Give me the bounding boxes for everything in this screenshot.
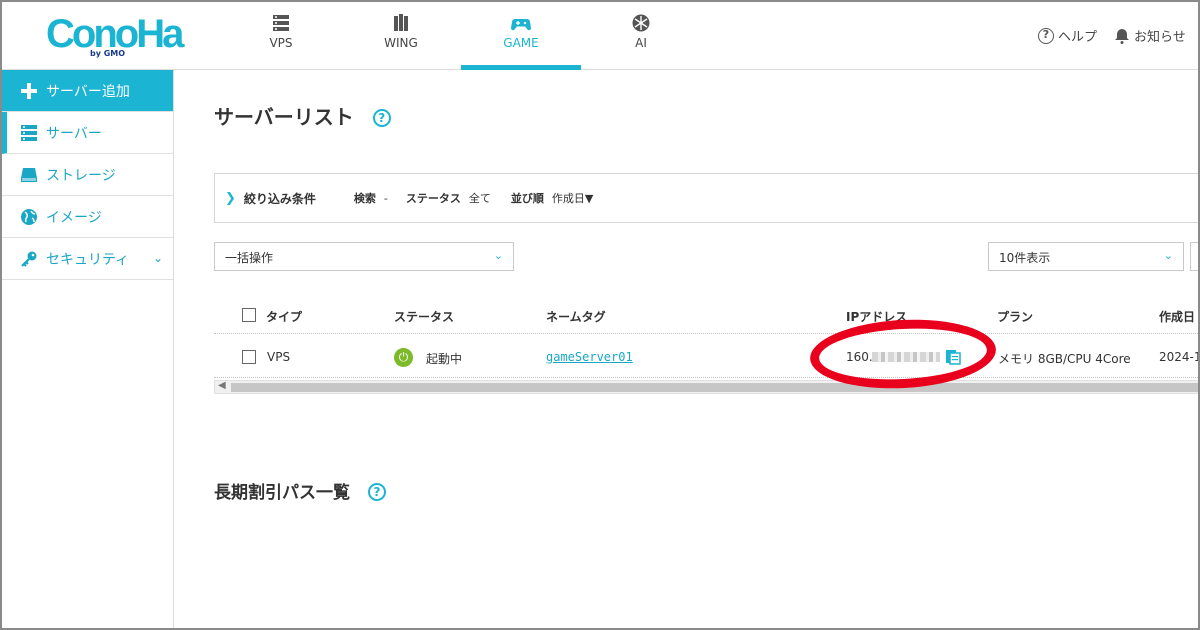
col-type: タイプ: [266, 310, 303, 324]
scrollbar-thumb[interactable]: [231, 383, 1198, 392]
sidebar-item-label: サーバー: [46, 125, 102, 142]
notice-link[interactable]: お知らせ: [1114, 26, 1186, 45]
col-ip: IPアドレス: [846, 310, 908, 324]
chevron-down-icon: ⌄: [152, 251, 163, 265]
filter-bar[interactable]: ❯ 絞り込み条件 検索 - ステータス 全て 並び順 作成日▼: [214, 173, 1198, 223]
power-icon: ⏻: [394, 348, 413, 367]
col-plan: プラン: [997, 310, 1034, 324]
plus-icon: [21, 82, 37, 99]
col-created: 作成日: [1159, 310, 1196, 324]
tab-game[interactable]: GAME: [461, 2, 581, 70]
notice-label: お知らせ: [1134, 30, 1186, 45]
row-created: 2024-1: [1159, 350, 1200, 364]
server-list-icon: [21, 124, 37, 141]
divider: [214, 333, 1198, 334]
filter-label: 絞り込み条件: [243, 191, 316, 206]
page-title: サーバーリスト: [214, 105, 354, 129]
help-link[interactable]: ? ヘルプ: [1038, 26, 1097, 45]
row-plan: メモリ 8GB/CPU 4Core: [998, 352, 1131, 366]
globe-icon: [21, 208, 37, 225]
sidebar-item-storage[interactable]: ストレージ: [2, 154, 173, 196]
row-status: 起動中: [426, 352, 463, 366]
filter-status-value: 全て: [468, 192, 491, 205]
sidebar-item-label: イメージ: [46, 209, 102, 226]
table-row[interactable]: VPS ⏻ 起動中 gameServer01 160. メモリ 8GB/CPU …: [214, 342, 1200, 372]
tab-label: WING: [384, 36, 418, 50]
ai-icon: [632, 14, 650, 32]
filter-sort-label: 並び順: [510, 192, 544, 205]
help-label: ヘルプ: [1058, 30, 1098, 45]
sidebar-item-server[interactable]: サーバー: [2, 112, 173, 154]
wing-icon: [394, 14, 408, 31]
per-page-value: 10件表示: [999, 251, 1051, 265]
key-icon: [21, 251, 37, 267]
table-header: タイプ ステータス ネームタグ IPアドレス プラン 作成日: [214, 300, 1198, 330]
app-frame: ConoHa by GMO VPS WING GAME AI ? ヘルプ お知ら…: [0, 0, 1200, 630]
sidebar: サーバー追加 サーバー ストレージ イメージ セキュリティ ⌄: [2, 70, 174, 628]
help-question-icon[interactable]: ?: [367, 483, 386, 501]
tab-label: VPS: [269, 36, 293, 50]
horizontal-scrollbar[interactable]: ◀: [214, 380, 1198, 394]
chevron-down-icon: ⌄: [1163, 249, 1173, 262]
row-ip-prefix: 160.: [846, 350, 873, 364]
col-status: ステータス: [394, 310, 455, 324]
blurred-ip: [872, 352, 940, 362]
row-name-tag-link[interactable]: gameServer01: [546, 350, 633, 364]
conoha-logo[interactable]: ConoHa by GMO: [46, 12, 184, 60]
section-title: 長期割引パス一覧: [214, 483, 350, 503]
sidebar-item-label: サーバー追加: [46, 83, 130, 100]
gamepad-icon: [511, 19, 531, 31]
tab-wing[interactable]: WING: [341, 2, 461, 70]
pagination-box[interactable]: [1190, 242, 1198, 271]
sidebar-item-label: セキュリティ: [46, 251, 130, 268]
sidebar-item-label: ストレージ: [46, 167, 116, 184]
page-title-wrap: サーバーリスト ?: [214, 101, 391, 130]
bulk-action-value: 一括操作: [225, 251, 274, 265]
chevron-down-icon: ⌄: [493, 249, 503, 262]
tab-vps[interactable]: VPS: [221, 2, 341, 70]
scroll-left-icon[interactable]: ◀: [218, 380, 226, 391]
tab-label: AI: [635, 36, 647, 50]
tab-label: GAME: [503, 36, 539, 50]
copy-icon[interactable]: [945, 348, 961, 365]
filter-sort-value: 作成日▼: [551, 192, 594, 205]
section-title-wrap: 長期割引パス一覧 ?: [214, 478, 386, 503]
divider: [214, 377, 1198, 378]
row-checkbox[interactable]: [242, 350, 256, 364]
sidebar-item-image[interactable]: イメージ: [2, 196, 173, 238]
bell-icon: [1115, 28, 1129, 44]
top-header: ConoHa by GMO VPS WING GAME AI ? ヘルプ お知ら…: [2, 2, 1198, 70]
per-page-select[interactable]: 10件表示 ⌄: [988, 242, 1184, 271]
help-icon: ?: [1038, 27, 1054, 44]
sidebar-item-security[interactable]: セキュリティ ⌄: [2, 238, 173, 280]
row-type: VPS: [267, 350, 291, 364]
main-content: サーバーリスト ? ❯ 絞り込み条件 検索 - ステータス 全て 並び順 作成日…: [174, 70, 1200, 628]
chevron-right-icon: ❯: [225, 190, 236, 206]
help-question-icon[interactable]: ?: [372, 109, 391, 127]
select-all-checkbox[interactable]: [242, 308, 256, 322]
col-name-tag: ネームタグ: [546, 310, 606, 324]
filter-search-label: 検索: [353, 192, 376, 205]
server-icon: [273, 15, 289, 31]
storage-icon: [21, 167, 37, 182]
tab-ai[interactable]: AI: [581, 2, 701, 70]
filter-status-label: ステータス: [405, 192, 461, 205]
sidebar-item-add-server[interactable]: サーバー追加: [2, 70, 173, 112]
bulk-action-select[interactable]: 一括操作 ⌄: [214, 242, 514, 271]
filter-search-value: -: [383, 191, 388, 205]
logo-by-text: by GMO: [90, 49, 126, 58]
